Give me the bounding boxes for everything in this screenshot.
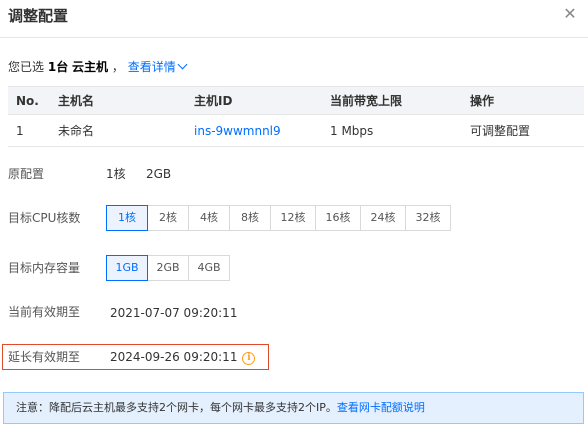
column-header-no: No. (8, 86, 58, 115)
cpu-label: 目标CPU核数 (8, 211, 81, 225)
column-header-bandwidth: 当前带宽上限 (330, 86, 470, 115)
cpu-option-12[interactable]: 12核 (270, 205, 316, 231)
host-id-link[interactable]: ins-9wwmnnl9 (194, 124, 281, 138)
extended-expiry-value: 2024-09-26 09:20:11 (110, 350, 238, 364)
notice-banner: 注意：降配后云主机最多支持2个网卡，每个网卡最多支持2个IP。查看网卡配额说明 (3, 392, 584, 424)
original-cpu-value: 1核 (106, 167, 126, 181)
selection-unit: 云主机 (72, 60, 109, 74)
extended-expiry-row: 2024-09-26 09:20:11 i (110, 348, 256, 366)
cell-no: 1 (8, 114, 58, 147)
adjust-config-dialog: 调整配置 ✕ 您已选 1台 云主机 ， 查看详情 No. 主机名 主机ID 当前… (0, 0, 588, 447)
selection-prefix: 您已选 (8, 60, 45, 74)
title-divider (0, 37, 588, 38)
cpu-selector: 1核 2核 4核 8核 12核 16核 24核 32核 (106, 205, 451, 231)
view-details-link[interactable]: 查看详情 (127, 59, 188, 74)
cpu-option-32[interactable]: 32核 (405, 205, 451, 231)
notice-text: 注意：降配后云主机最多支持2个网卡，每个网卡最多支持2个IP。 (16, 401, 337, 414)
extended-expiry-label: 延长有效期至 (8, 350, 81, 364)
selection-summary: 您已选 1台 云主机 ， 查看详情 (8, 58, 188, 76)
info-icon[interactable]: i (242, 352, 256, 365)
cpu-option-24[interactable]: 24核 (360, 205, 406, 231)
memory-option-1gb[interactable]: 1GB (106, 255, 148, 281)
column-header-name: 主机名 (58, 86, 194, 115)
current-expiry-label: 当前有效期至 (8, 305, 81, 319)
cpu-option-16[interactable]: 16核 (315, 205, 361, 231)
nic-quota-link[interactable]: 查看网卡配额说明 (337, 401, 425, 414)
cpu-option-1[interactable]: 1核 (106, 205, 148, 231)
memory-label: 目标内存容量 (8, 261, 81, 275)
table-row: 1 未命名 ins-9wwmnnl9 1 Mbps 可调整配置 (8, 114, 584, 147)
selection-count: 1台 (47, 60, 69, 74)
original-memory-value: 2GB (146, 167, 172, 181)
host-table: No. 主机名 主机ID 当前带宽上限 操作 1 未命名 ins-9wwmnnl… (8, 86, 584, 147)
table-header-row: No. 主机名 主机ID 当前带宽上限 操作 (8, 86, 584, 115)
selection-separator: ， (111, 60, 124, 74)
chevron-down-icon (177, 59, 188, 70)
cpu-option-2[interactable]: 2核 (147, 205, 189, 231)
dialog-title: 调整配置 (8, 7, 69, 25)
cpu-option-8[interactable]: 8核 (229, 205, 271, 231)
memory-selector: 1GB 2GB 4GB (106, 255, 230, 281)
view-details-label: 查看详情 (127, 60, 176, 74)
original-config-label: 原配置 (8, 167, 45, 181)
memory-option-2gb[interactable]: 2GB (147, 255, 189, 281)
memory-option-4gb[interactable]: 4GB (188, 255, 230, 281)
close-icon[interactable]: ✕ (560, 4, 580, 24)
cell-bandwidth: 1 Mbps (330, 114, 470, 147)
current-expiry-value: 2021-07-07 09:20:11 (110, 306, 238, 320)
column-header-id: 主机ID (194, 86, 330, 115)
cell-host-name: 未命名 (58, 114, 194, 147)
cell-action: 可调整配置 (470, 114, 584, 147)
column-header-action: 操作 (470, 86, 584, 115)
cpu-option-4[interactable]: 4核 (188, 205, 230, 231)
